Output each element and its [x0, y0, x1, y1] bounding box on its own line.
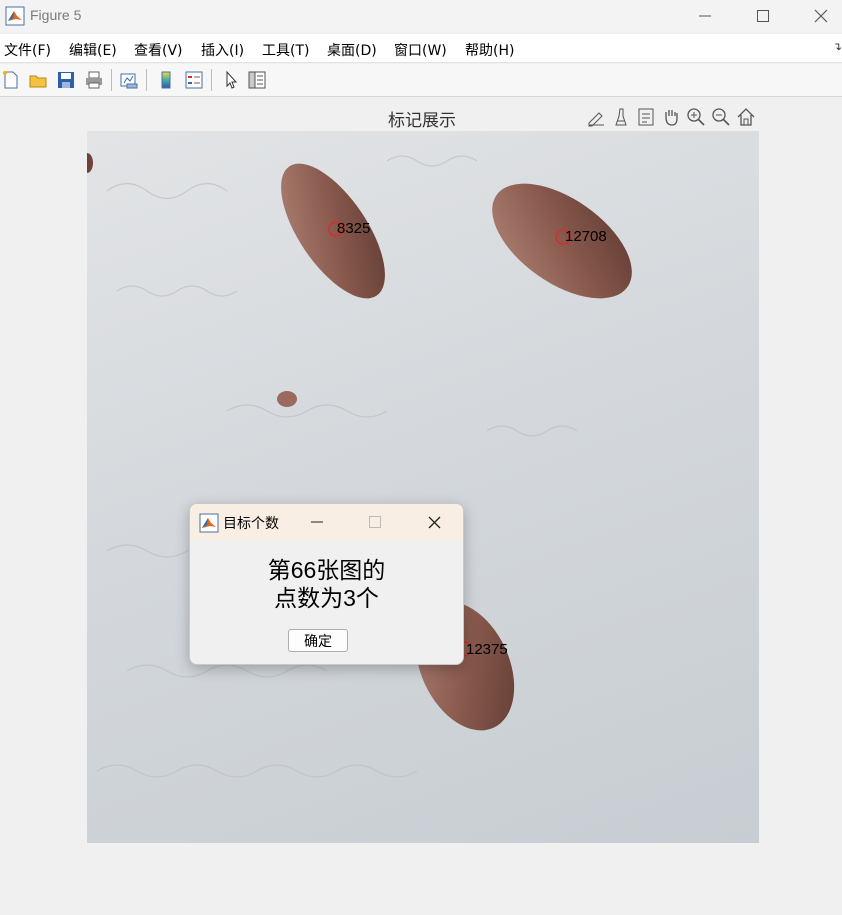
dialog-title: 目标个数 — [223, 516, 279, 532]
dialog-minimize-button[interactable] — [294, 504, 340, 540]
toolbar-separator — [211, 69, 212, 91]
seed-photo — [87, 153, 632, 778]
zoom-out-icon — [712, 108, 730, 126]
toolbar-separator — [111, 69, 112, 91]
colorbar-icon — [161, 71, 171, 89]
pan-hand-icon — [665, 110, 678, 126]
close-icon — [428, 516, 440, 528]
open-file-button[interactable] — [27, 69, 49, 91]
open-folder-icon — [29, 75, 47, 88]
ok-button[interactable]: 确定 — [288, 629, 348, 652]
close-button[interactable] — [792, 0, 842, 32]
property-inspector-button[interactable] — [246, 69, 268, 91]
window-titlebar: Figure 5 — [0, 0, 842, 32]
matlab-icon — [199, 513, 219, 533]
minimize-button[interactable] — [676, 0, 734, 32]
dialog-message-line2: 点数为3个 — [274, 585, 379, 611]
pointer-icon — [226, 70, 238, 89]
link-plot-icon — [120, 73, 138, 89]
export-button[interactable] — [585, 106, 607, 128]
marker-label: 12708 — [565, 228, 607, 245]
brush-icon — [615, 108, 627, 126]
maximize-icon — [369, 516, 381, 528]
menu-overflow-icon[interactable]: ↴ — [833, 40, 842, 53]
minimize-icon — [699, 15, 711, 17]
dialog-maximize-button — [352, 504, 398, 540]
maximize-icon — [757, 10, 769, 22]
menu-bar: 文件(F) 编辑(E) 查看(V) 插入(I) 工具(T) 桌面(D) 窗口(W… — [0, 34, 842, 63]
link-plot-button[interactable] — [118, 69, 140, 91]
new-figure-button[interactable] — [0, 69, 22, 91]
minimize-icon — [311, 521, 323, 523]
axes-title: 标记展示 — [388, 111, 456, 130]
zoom-in-button[interactable] — [685, 106, 707, 128]
home-icon — [737, 108, 755, 126]
window-title: Figure 5 — [30, 7, 82, 23]
matlab-icon — [5, 6, 25, 26]
menu-insert[interactable]: 插入(I) — [201, 40, 244, 60]
menu-view[interactable]: 查看(V) — [134, 40, 183, 60]
maximize-button[interactable] — [734, 0, 792, 32]
insert-legend-button[interactable] — [183, 69, 205, 91]
data-tips-icon — [638, 108, 654, 126]
dialog-message: 第66张图的 点数为3个 — [190, 556, 463, 612]
marker-label: 12375 — [466, 641, 508, 658]
menu-file[interactable]: 文件(F) — [4, 40, 51, 60]
marker-label: 8325 — [337, 220, 371, 237]
property-inspector-icon — [248, 71, 266, 89]
save-button[interactable] — [55, 69, 77, 91]
menu-tools[interactable]: 工具(T) — [262, 40, 309, 60]
data-tips-button[interactable] — [635, 106, 657, 128]
zoom-in-icon — [687, 108, 705, 126]
menu-help[interactable]: 帮助(H) — [465, 40, 514, 60]
image-axes[interactable]: 8325 12708 12375 — [87, 131, 759, 843]
figure-toolbar — [0, 64, 842, 97]
dialog-close-button[interactable] — [411, 504, 457, 540]
pan-button[interactable] — [660, 106, 682, 128]
edit-plot-button[interactable] — [220, 69, 242, 91]
print-icon — [86, 71, 102, 89]
close-icon — [814, 9, 828, 23]
menu-window[interactable]: 窗口(W) — [394, 40, 447, 60]
dialog-message-line1: 第66张图的 — [267, 557, 386, 583]
save-icon — [58, 72, 74, 88]
restore-view-button[interactable] — [735, 106, 757, 128]
brush-button[interactable] — [610, 106, 632, 128]
menu-edit[interactable]: 编辑(E) — [69, 40, 117, 60]
toolbar-separator — [146, 69, 147, 91]
insert-colorbar-button[interactable] — [155, 69, 177, 91]
message-dialog: 目标个数 第66张图的 点数为3个 确定 — [189, 503, 464, 665]
new-file-icon — [3, 71, 18, 89]
dialog-titlebar: 目标个数 — [190, 504, 463, 540]
legend-icon — [185, 71, 203, 89]
zoom-out-button[interactable] — [710, 106, 732, 128]
print-button[interactable] — [83, 69, 105, 91]
menu-desktop[interactable]: 桌面(D) — [327, 40, 377, 60]
export-icon — [588, 112, 604, 127]
